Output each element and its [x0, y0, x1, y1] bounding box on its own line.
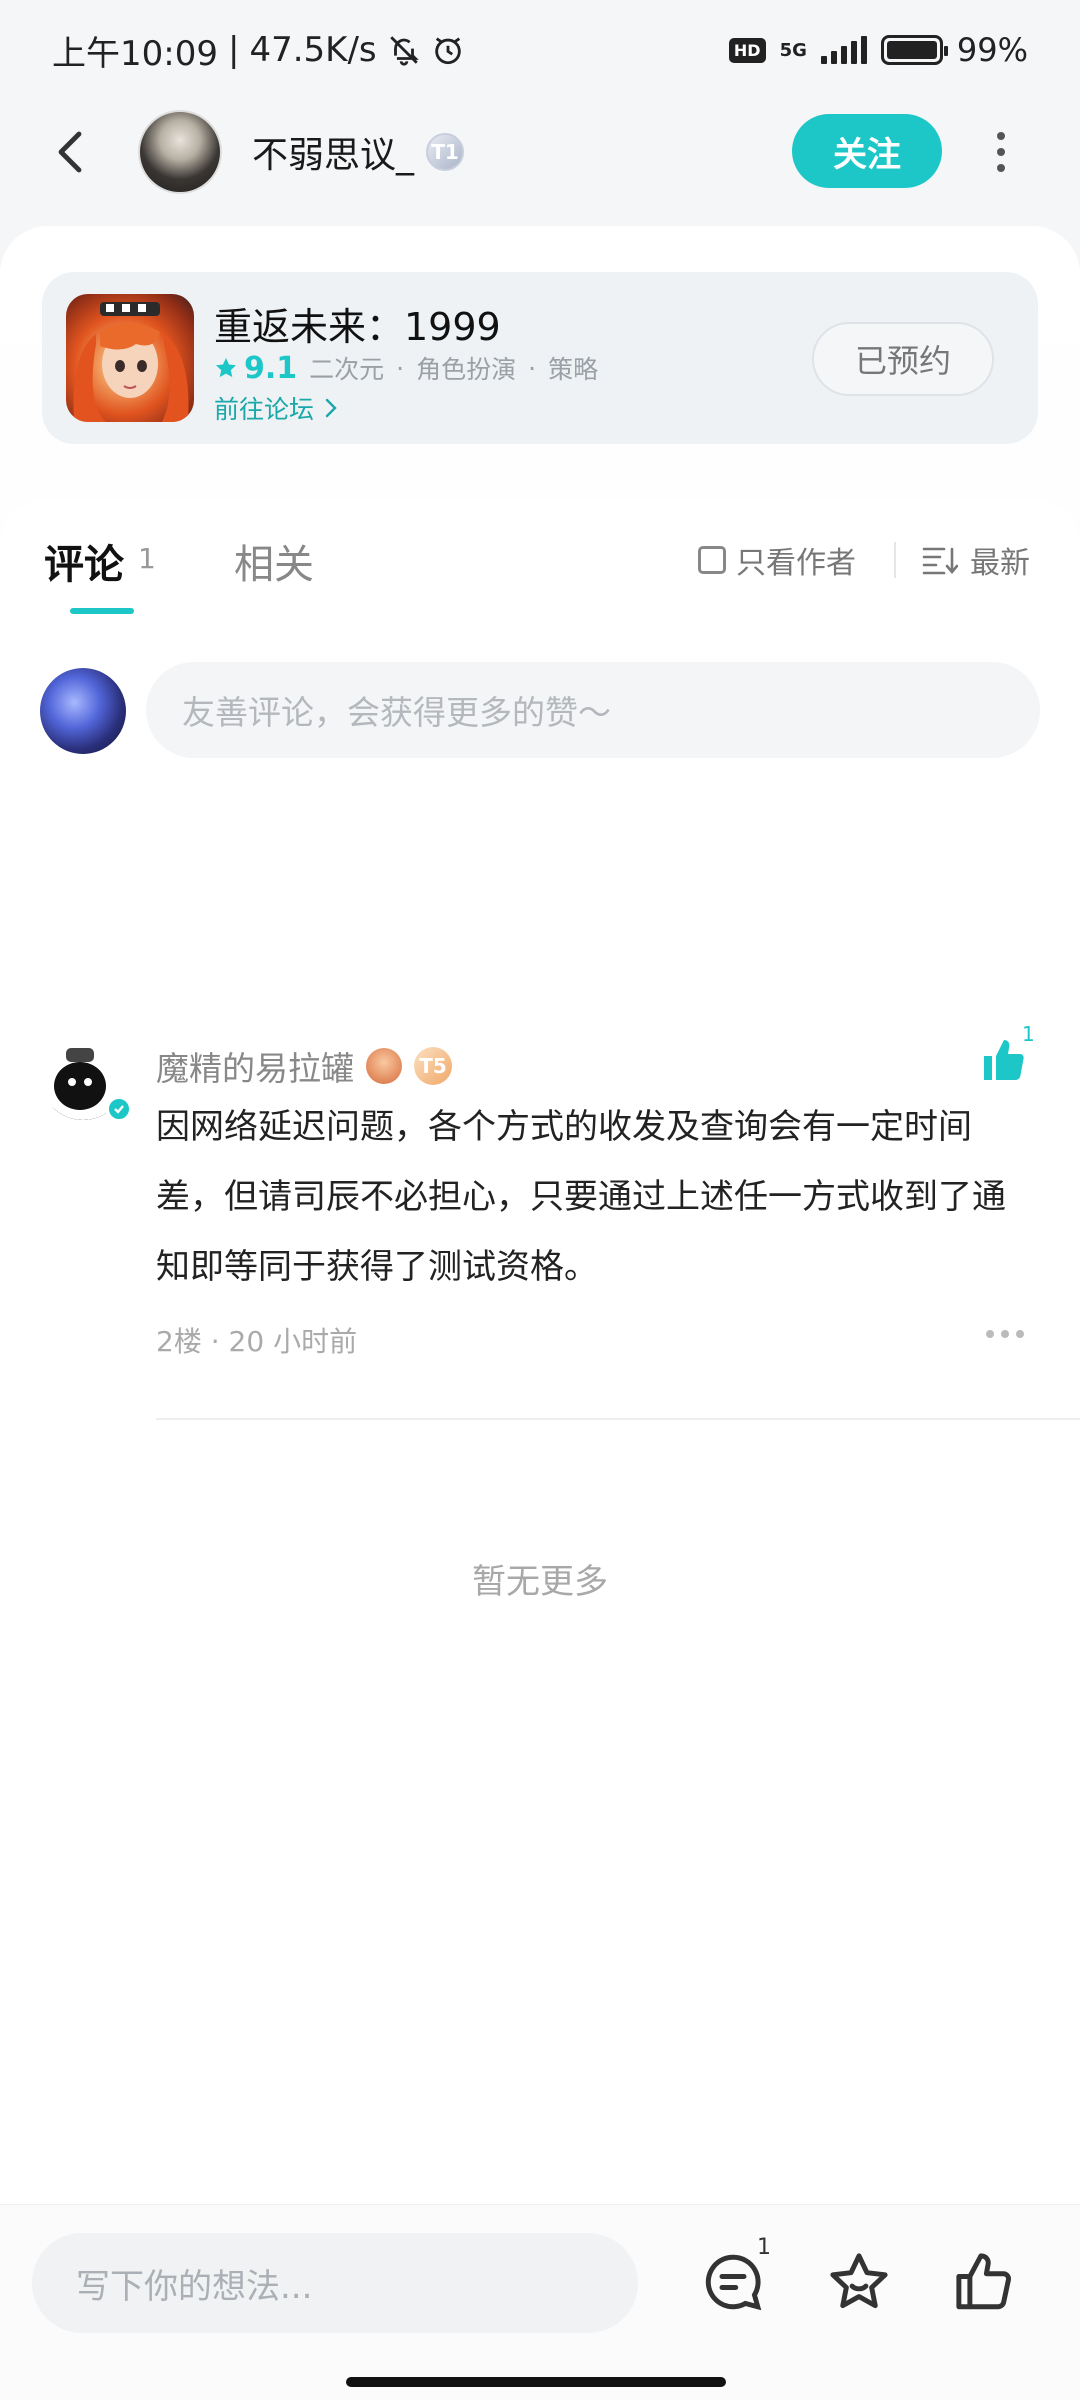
game-tag: 策略	[548, 355, 599, 384]
tab-related[interactable]: 相关	[234, 532, 314, 590]
game-rating: 9.1	[214, 351, 297, 386]
header: 不弱思议_ T1 关注	[0, 100, 1080, 204]
reserved-button[interactable]: 已预约	[812, 322, 994, 396]
meta-separator: ·	[210, 1325, 229, 1358]
author-only-label: 只看作者	[736, 546, 856, 581]
author-level-badge: T1	[426, 133, 465, 171]
sort-label: 最新	[970, 546, 1030, 581]
status-net-speed: 47.5K/s	[249, 30, 377, 70]
status-time: 上午10:09	[52, 33, 218, 74]
tag-separator: ·	[396, 353, 405, 383]
author-name[interactable]: 不弱思议_	[252, 126, 414, 178]
comment-time: 20 小时前	[228, 1325, 358, 1358]
tab-comments[interactable]: 评论	[44, 532, 124, 590]
dot-icon	[1001, 1330, 1009, 1338]
comment-text: 因网络延迟问题，各个方式的收发及查询会有一定时间差，但请司辰不必担心，只要通过上…	[156, 1107, 1006, 1287]
thumbs-up-outline-icon	[956, 2253, 1011, 2310]
game-title: 重返未来：1999	[214, 305, 501, 349]
content-sheet: 重返未来：1999 9.1 二次元 · 角色扮演 · 策略 前往论坛 已预约 评…	[0, 226, 1080, 2400]
no-more-label: 暂无更多	[472, 1562, 608, 1602]
commenter-level-badge: T5	[414, 1047, 452, 1085]
author-avatar[interactable]	[138, 110, 222, 194]
home-indicator[interactable]	[346, 2377, 726, 2387]
more-options-button[interactable]	[988, 126, 1014, 178]
favorite-button[interactable]	[826, 2249, 892, 2315]
comment-tabs: 评论 1 相关 只看作者 最新	[0, 498, 1080, 638]
author-only-toggle[interactable]: 只看作者	[698, 538, 856, 582]
follow-button[interactable]: 关注	[792, 114, 942, 188]
hd-badge: HD	[728, 37, 766, 63]
battery-icon	[880, 35, 948, 65]
back-button[interactable]	[44, 125, 98, 179]
status-separator: |	[227, 30, 240, 70]
forum-link[interactable]: 前往论坛	[214, 390, 338, 426]
active-tab-indicator	[70, 608, 134, 614]
bottom-action-bar: 写下你的想法... 1	[0, 2204, 1080, 2400]
forum-link-label: 前往论坛	[214, 395, 315, 424]
comments-panel: 评论 1 相关 只看作者 最新 友善评论，会获得更多的赞～ 魔精的易拉罐 T5 …	[0, 498, 1080, 2400]
write-comment-input[interactable]: 写下你的想法...	[32, 2233, 638, 2333]
comment-composer: 友善评论，会获得更多的赞～	[40, 662, 1040, 758]
game-icon	[66, 294, 194, 422]
my-avatar	[40, 668, 126, 754]
game-tag: 角色扮演	[416, 355, 517, 384]
comment-more-button[interactable]	[986, 1330, 1024, 1338]
character-emblem-icon	[366, 1048, 402, 1084]
game-card[interactable]: 重返未来：1999 9.1 二次元 · 角色扮演 · 策略 前往论坛 已预约	[42, 272, 1038, 444]
comment-floor: 2楼	[156, 1325, 202, 1358]
like-post-button[interactable]	[952, 2249, 1018, 2315]
star-icon	[216, 358, 236, 378]
star-outline-icon	[830, 2253, 888, 2309]
comment-like-count: 1	[1022, 1022, 1035, 1046]
dot-icon	[997, 132, 1005, 140]
chevron-right-icon	[325, 398, 337, 418]
battery-percent: 99%	[956, 31, 1028, 69]
game-meta: 9.1 二次元 · 角色扮演 · 策略	[214, 350, 598, 386]
thumbs-up-icon	[984, 1040, 1024, 1080]
checkbox-icon	[698, 546, 726, 574]
tab-comments-count: 1	[138, 542, 156, 575]
dot-icon	[986, 1330, 994, 1338]
comment-meta: 2楼 · 20 小时前	[156, 1320, 357, 1360]
sort-button[interactable]: 最新	[922, 538, 1030, 582]
status-bar: 上午10:09 | 47.5K/s HD 5G 99%	[0, 0, 1080, 100]
comment-count: 1	[757, 2235, 771, 2260]
dot-icon	[1016, 1330, 1024, 1338]
commenter-name-row: 魔精的易拉罐 T5	[156, 1042, 452, 1090]
sort-icon	[922, 547, 958, 575]
signal-icon	[820, 36, 867, 64]
comment-divider	[156, 1418, 1080, 1420]
comment-input[interactable]: 友善评论，会获得更多的赞～	[146, 662, 1040, 758]
chevron-left-icon	[58, 131, 82, 173]
filter-divider	[894, 542, 896, 578]
alarm-icon	[434, 37, 461, 65]
verified-badge-icon	[106, 1096, 132, 1122]
network-type: 5G	[779, 39, 807, 61]
status-right: HD 5G 99%	[728, 31, 1028, 69]
dot-icon	[997, 164, 1005, 172]
commenter-name[interactable]: 魔精的易拉罐	[156, 1042, 354, 1090]
rating-value: 9.1	[244, 350, 298, 386]
comment-item: 魔精的易拉罐 T5 1 因网络延迟问题，各个方式的收发及查询会有一定时间差，但请…	[40, 1022, 1080, 1434]
status-left: 上午10:09 | 47.5K/s	[52, 26, 465, 75]
dot-icon	[997, 148, 1005, 156]
game-tag: 二次元	[309, 355, 385, 384]
tag-separator: ·	[528, 353, 537, 383]
mute-bell-icon	[389, 36, 419, 66]
